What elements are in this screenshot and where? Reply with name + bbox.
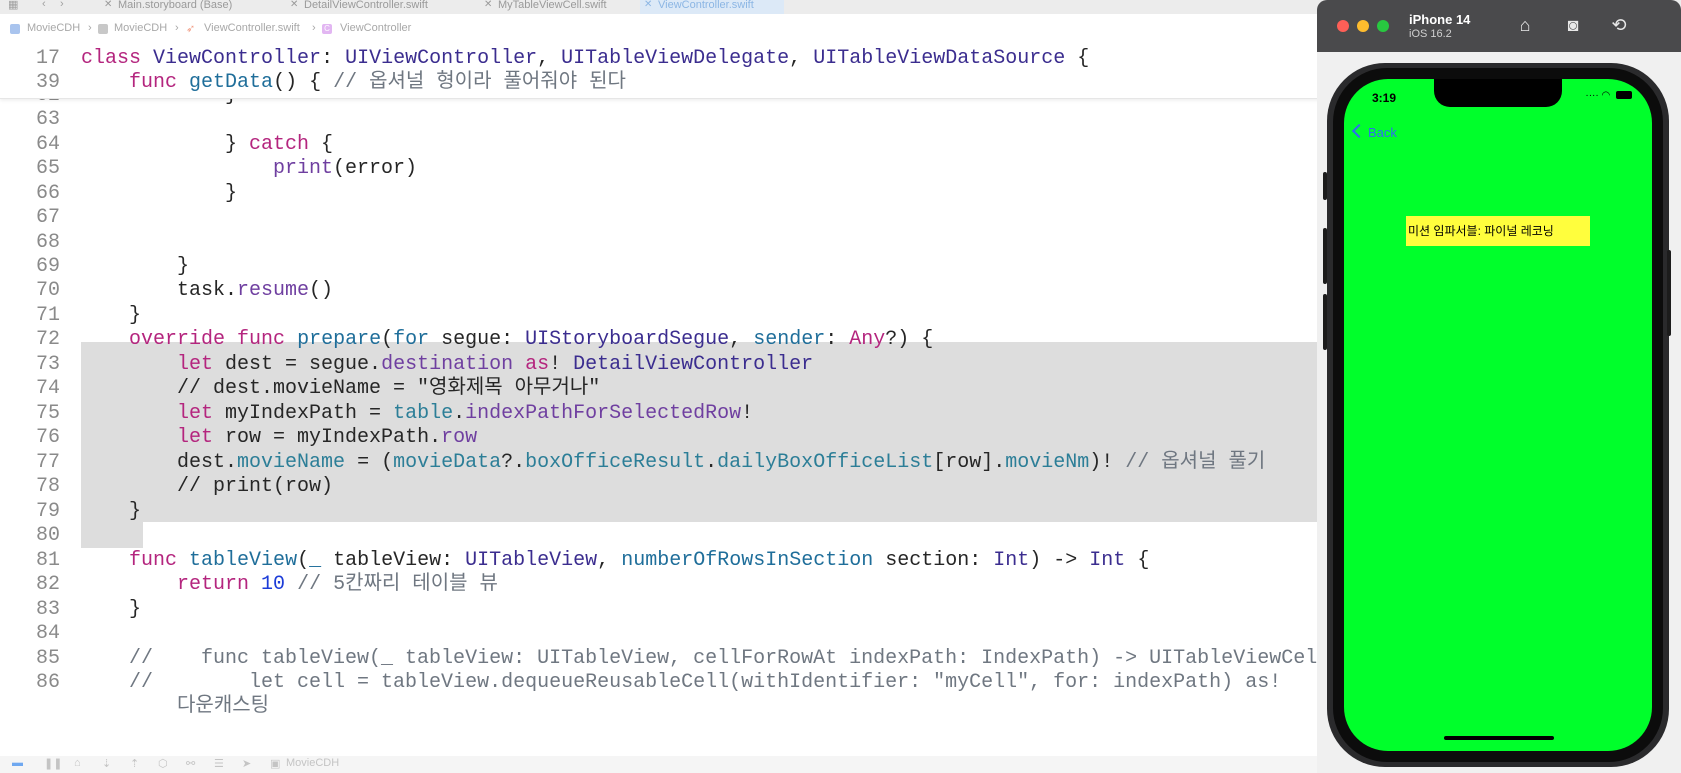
code-line: 86 // let cell = tableView.dequeueReusab…: [35, 671, 1282, 694]
forward-nav-icon[interactable]: ›: [60, 0, 64, 10]
tab-my-table-view-cell[interactable]: ✕ MyTableViewCell.swift: [480, 0, 607, 14]
silent-switch: [1323, 172, 1327, 200]
swift-file-icon: ✕: [290, 0, 299, 10]
tab-view-controller[interactable]: ✕ ViewController.swift: [640, 0, 784, 14]
code-line: 78 // print(row): [35, 475, 334, 498]
storyboard-icon: ✕: [104, 0, 113, 10]
code-line: 다운캐스팅: [81, 695, 270, 718]
tab-detail-view-controller[interactable]: ✕ DetailViewController.swift: [286, 0, 428, 14]
screenshot-icon[interactable]: ◙: [1561, 14, 1585, 36]
signal-icon: ····: [1585, 90, 1599, 101]
code-line: 82 return 10 // 5칸짜리 테이블 뷰: [35, 573, 498, 596]
memory-graph-icon[interactable]: ⚯: [186, 757, 195, 770]
code-line: 68: [35, 231, 60, 254]
app-icon: ▣: [270, 758, 281, 770]
code-line: 70 task.resume(): [35, 279, 334, 302]
status-icons: ···· ◠: [1585, 90, 1632, 101]
code-line: 69 }: [35, 255, 190, 278]
tab-label: DetailViewController.swift: [304, 0, 428, 11]
code-line: 76 let row = myIndexPath.row: [35, 426, 478, 449]
back-label: Back: [1368, 125, 1397, 140]
sticky-line[interactable]: 17 class ViewController: UIViewController…: [0, 46, 1320, 72]
power-button: [1667, 250, 1671, 336]
breadcrumb-folder[interactable]: MovieCDH: [114, 22, 167, 34]
step-out-icon[interactable]: ⇡: [130, 757, 139, 770]
zoom-window-icon[interactable]: [1377, 20, 1389, 32]
status-time: 3:19: [1372, 91, 1397, 105]
code-line: 81 func tableView(_ tableView: UITableVi…: [35, 549, 1150, 572]
tab-main-storyboard[interactable]: ✕ Main.storyboard (Base): [100, 0, 232, 14]
simulator-toolbar: iPhone 14 iOS 16.2 ⌂ ◙ ⟲: [1317, 0, 1681, 52]
debug-bar: ▬ ❚❚ ⌂ ⇣ ⇡ ⬡ ⚯ ☰ ➤ ▣ MovieCDH: [0, 756, 1320, 773]
code-line: 64 } catch {: [35, 133, 334, 156]
rotate-icon[interactable]: ⟲: [1607, 14, 1631, 36]
phone-screen[interactable]: 3:19 ···· ◠ Back 미션 임파서블: 파이널 레코닝: [1344, 79, 1652, 751]
back-button[interactable]: Back: [1351, 123, 1397, 140]
view-hierarchy-icon[interactable]: ⬡: [158, 757, 168, 770]
code-line: 85 // func tableView(_ tableView: UITabl…: [35, 647, 1320, 670]
simulator-device-name: iPhone 14: [1409, 12, 1471, 27]
back-nav-icon[interactable]: ‹: [42, 0, 46, 10]
grid-icon[interactable]: ▦: [8, 0, 18, 11]
environment-icon[interactable]: ☰: [214, 757, 224, 770]
code-line: 72 override func prepare(for segue: UISt…: [35, 328, 934, 351]
tab-label: Main.storyboard (Base): [118, 0, 233, 11]
tab-label: MyTableViewCell.swift: [498, 0, 607, 11]
code-editor[interactable]: 62x } 63 64 } catch { 65 print(error) 66…: [0, 44, 1320, 756]
breadcrumb-file[interactable]: ViewController.swift: [204, 22, 300, 34]
breadcrumb-separator: ›: [175, 22, 179, 34]
code-line: 65 print(error): [35, 157, 418, 180]
tab-label: ViewController.swift: [658, 0, 754, 11]
code-line: 63: [35, 108, 60, 131]
code-line: 84: [35, 622, 60, 645]
code-line: 71 }: [35, 304, 142, 327]
scheme-label[interactable]: MovieCDH: [286, 757, 339, 769]
console-toggle-icon[interactable]: ▬: [12, 757, 23, 769]
code-line: 80: [35, 524, 60, 547]
code-line: 83 }: [35, 598, 142, 621]
swift-file-icon: ✕: [644, 0, 653, 10]
swift-file-icon: ➶: [186, 23, 196, 35]
simulator-os-version: iOS 16.2: [1409, 28, 1452, 40]
swift-file-icon: ✕: [484, 0, 493, 10]
close-window-icon[interactable]: [1337, 20, 1349, 32]
sticky-line[interactable]: 39 func getData() { // 옵셔널 형이라 풀어줘야 된다: [0, 70, 1320, 96]
home-icon[interactable]: ⌂: [1513, 14, 1537, 36]
code-line: 66 }: [35, 182, 238, 205]
step-in-icon[interactable]: ⇣: [102, 757, 111, 770]
breadcrumb-separator: ›: [88, 22, 92, 34]
code-line: 67: [35, 206, 60, 229]
minimize-window-icon[interactable]: [1357, 20, 1369, 32]
dynamic-notch: [1434, 79, 1562, 107]
breadcrumb-symbol[interactable]: ViewController: [340, 22, 411, 34]
volume-up-button: [1323, 228, 1327, 284]
sticky-scope-header: 17 class ViewController: UIViewController…: [0, 44, 1320, 99]
wifi-icon: ◠: [1601, 90, 1611, 101]
movie-name-label: 미션 임파서블: 파이널 레코닝: [1406, 216, 1590, 246]
step-over-icon[interactable]: ⌂: [74, 757, 81, 769]
volume-down-button: [1323, 294, 1327, 350]
code-line: 74 // dest.movieName = "영화제목 아무거나": [35, 377, 601, 400]
home-indicator[interactable]: [1444, 736, 1554, 740]
breadcrumb-separator: ›: [312, 22, 316, 34]
code-line: 75 let myIndexPath = table.indexPathForS…: [35, 402, 754, 425]
battery-icon: [1616, 91, 1632, 99]
breadcrumb-project[interactable]: MovieCDH: [27, 22, 80, 34]
code-line: 73 let dest = segue.destination as! Deta…: [35, 353, 814, 376]
location-icon[interactable]: ➤: [242, 757, 251, 770]
code-line: 79 }: [35, 500, 142, 523]
chevron-left-icon: [1351, 123, 1367, 139]
pause-icon[interactable]: ❚❚: [44, 757, 62, 770]
code-line: 77 dest.movieName = (movieData?.boxOffic…: [35, 451, 1266, 474]
